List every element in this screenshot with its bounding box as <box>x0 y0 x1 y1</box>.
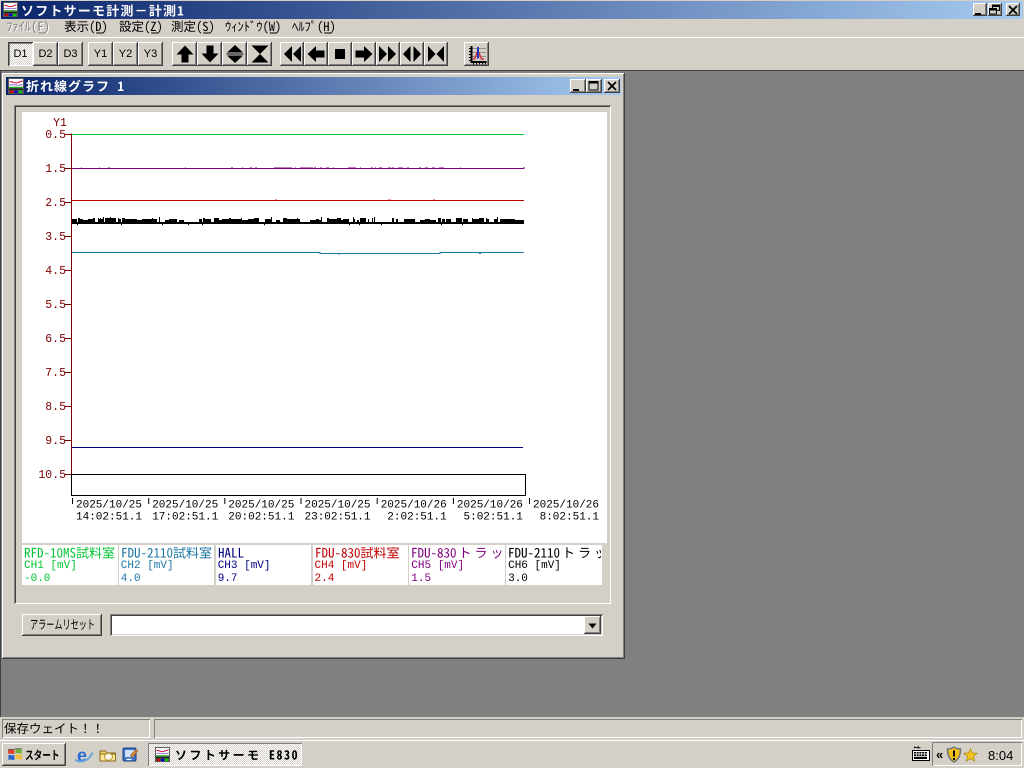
svg-text:8.5: 8.5 <box>45 401 66 414</box>
svg-text:23:02:51.1: 23:02:51.1 <box>305 512 371 524</box>
svg-text:10.5: 10.5 <box>38 469 66 482</box>
svg-text:5.5: 5.5 <box>45 299 66 312</box>
svg-text:2.5: 2.5 <box>45 197 66 210</box>
svg-text:1.5: 1.5 <box>45 163 66 176</box>
svg-text:4.5: 4.5 <box>45 265 66 278</box>
svg-text:20:02:51.1: 20:02:51.1 <box>228 512 294 524</box>
svg-text:2025/10/25: 2025/10/25 <box>228 500 294 512</box>
svg-text:8:02:51.1: 8:02:51.1 <box>540 512 600 524</box>
svg-text:2025/10/25: 2025/10/25 <box>152 500 218 512</box>
svg-text:2:02:51.1: 2:02:51.1 <box>387 512 447 524</box>
svg-text:2025/10/25: 2025/10/25 <box>305 500 371 512</box>
svg-text:17:02:51.1: 17:02:51.1 <box>152 512 218 524</box>
svg-text:7.5: 7.5 <box>45 367 66 380</box>
svg-text:2025/10/26: 2025/10/26 <box>457 500 523 512</box>
svg-text:2025/10/26: 2025/10/26 <box>381 500 447 512</box>
svg-text:0.5: 0.5 <box>45 129 66 142</box>
svg-text:Y1: Y1 <box>53 117 67 130</box>
svg-text:2025/10/25: 2025/10/25 <box>76 500 142 512</box>
svg-text:14:02:51.1: 14:02:51.1 <box>76 512 142 524</box>
svg-text:9.5: 9.5 <box>45 435 66 448</box>
svg-text:2025/10/26: 2025/10/26 <box>533 500 599 512</box>
svg-text:5:02:51.1: 5:02:51.1 <box>464 512 524 524</box>
svg-text:6.5: 6.5 <box>45 333 66 346</box>
svg-text:3.5: 3.5 <box>45 231 66 244</box>
